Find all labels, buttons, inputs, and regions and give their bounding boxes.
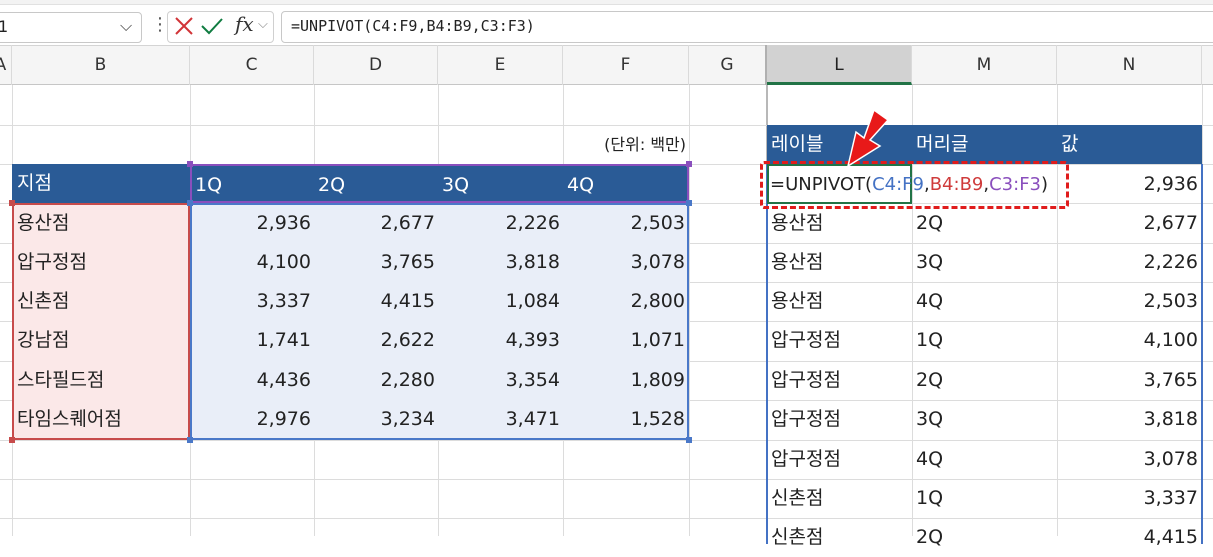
range-handle[interactable] [9,437,15,443]
right-table-header-row [767,125,1202,164]
column-header-n[interactable]: N [1057,45,1202,85]
result-value-cell[interactable]: 2,677 [1057,204,1198,243]
branch-cell[interactable]: 타임스퀘어점 [17,400,122,439]
branch-cell[interactable]: 강남점 [17,321,69,360]
header-cell-label[interactable]: 레이블 [771,125,823,164]
value-cell[interactable]: 2,936 [1057,165,1198,204]
result-label-cell[interactable]: 압구정점 [771,321,841,360]
value-cell[interactable]: 3,471 [438,400,560,439]
result-label-cell[interactable]: 신촌점 [771,479,823,518]
result-label-cell[interactable]: 용산점 [771,282,823,321]
name-box-value: 1 [0,17,9,36]
range-handle[interactable] [9,200,15,206]
value-cell[interactable]: 2,677 [314,204,435,243]
value-cell[interactable]: 3,234 [314,400,435,439]
range-handle[interactable] [686,161,692,167]
result-value-cell[interactable]: 2,503 [1057,282,1198,321]
result-header-cell[interactable]: 2Q [916,204,943,243]
value-cell[interactable]: 2,503 [563,204,685,243]
result-value-cell[interactable]: 2,226 [1057,243,1198,282]
value-cell[interactable]: 2,226 [438,204,560,243]
result-header-cell[interactable]: 4Q [916,282,943,321]
result-header-cell[interactable]: 3Q [916,243,943,282]
range-handle[interactable] [686,200,692,206]
gridline [689,85,690,536]
value-cell[interactable]: 2,622 [314,321,435,360]
value-cell[interactable]: 3,354 [438,361,560,400]
highlight-callout-box [760,161,1069,209]
value-cell[interactable]: 4,415 [314,282,435,321]
cancel-icon[interactable] [173,15,195,37]
column-header-b[interactable]: B [12,45,190,85]
value-cell[interactable]: 2,280 [314,361,435,400]
value-cell[interactable]: 3,818 [438,243,560,282]
result-value-cell[interactable]: 3,765 [1057,361,1198,400]
unit-note[interactable]: (단위: 백만) [563,125,686,164]
result-header-cell[interactable]: 3Q [916,400,943,439]
column-header-l[interactable]: L [767,45,912,85]
result-label-cell[interactable]: 신촌점 [771,518,823,557]
value-cell[interactable]: 2,936 [190,204,311,243]
insert-function-icon[interactable]: fx [235,12,254,36]
value-cell[interactable]: 3,765 [314,243,435,282]
branch-cell[interactable]: 용산점 [17,204,69,243]
result-label-cell[interactable]: 압구정점 [771,361,841,400]
result-value-cell[interactable]: 3,078 [1057,440,1198,479]
value-cell[interactable]: 4,436 [190,361,311,400]
ribbon-edge [0,0,1213,5]
value-cell[interactable]: 3,078 [563,243,685,282]
header-cell-2q[interactable]: 2Q [318,166,345,205]
result-header-cell[interactable]: 2Q [916,518,943,557]
header-cell-value[interactable]: 값 [1061,125,1078,164]
column-header-e[interactable]: E [438,45,563,85]
range-handle[interactable] [187,161,193,167]
column-header-g[interactable]: G [689,45,767,85]
result-header-cell[interactable]: 2Q [916,361,943,400]
value-cell[interactable]: 1,071 [563,321,685,360]
branch-cell[interactable]: 압구정점 [17,243,87,282]
result-label-cell[interactable]: 압구정점 [771,440,841,479]
value-cell[interactable]: 1,741 [190,321,311,360]
result-label-cell[interactable]: 압구정점 [771,400,841,439]
result-value-cell[interactable]: 4,415 [1057,518,1198,557]
value-cell[interactable]: 3,337 [190,282,311,321]
value-cell[interactable]: 2,976 [190,400,311,439]
value-cell[interactable]: 1,809 [563,361,685,400]
header-cell-1q[interactable]: 1Q [195,166,222,205]
column-header-f[interactable]: F [563,45,689,85]
header-cell-3q[interactable]: 3Q [442,166,469,205]
ref-range-c3-f3 [190,164,689,203]
header-cell-header[interactable]: 머리글 [916,125,968,164]
chevron-down-icon[interactable]: ⌵ [120,16,132,36]
column-header-m[interactable]: M [912,45,1057,85]
value-cell[interactable]: 1,084 [438,282,560,321]
result-value-cell[interactable]: 3,337 [1057,479,1198,518]
value-cell[interactable]: 2,800 [563,282,685,321]
enter-check-icon[interactable] [200,15,224,37]
value-cell[interactable]: 4,393 [438,321,560,360]
result-value-cell[interactable]: 4,100 [1057,321,1198,360]
formula-text: =UNPIVOT(C4:F9,B4:B9,C3:F3) [291,17,535,35]
column-header-d[interactable]: D [314,45,438,85]
result-value-cell[interactable]: 3,818 [1057,400,1198,439]
result-header-cell[interactable]: 4Q [916,440,943,479]
chevron-down-icon[interactable]: ⌵ [258,17,268,32]
value-cell[interactable]: 4,100 [190,243,311,282]
header-cell-branch[interactable]: 지점 [17,164,52,203]
result-label-cell[interactable]: 용산점 [771,243,823,282]
value-cell[interactable]: 1,528 [563,400,685,439]
result-header-cell[interactable]: 1Q [916,479,943,518]
branch-cell[interactable]: 신촌점 [17,282,69,321]
column-header-c[interactable]: C [190,45,314,85]
header-cell-4q[interactable]: 4Q [567,166,594,205]
range-handle[interactable] [686,437,692,443]
branch-cell[interactable]: 스타필드점 [17,361,104,400]
result-header-cell[interactable]: 1Q [916,321,943,360]
red-arrow-icon [846,108,890,168]
result-label-cell[interactable]: 용산점 [771,204,823,243]
column-header-a[interactable]: A [0,45,12,85]
